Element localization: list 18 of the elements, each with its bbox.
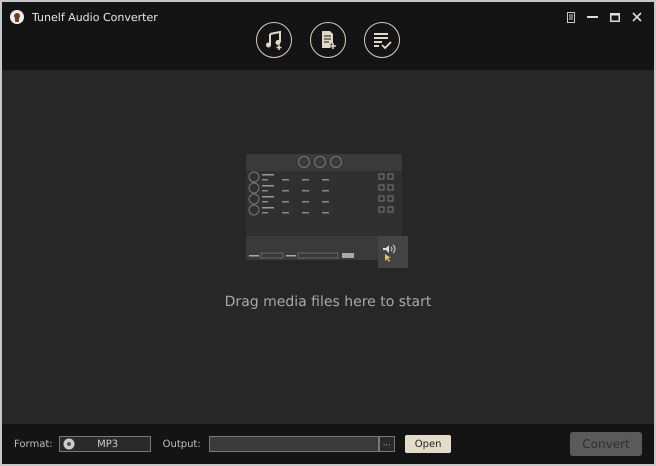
add-music-button[interactable] — [256, 22, 292, 58]
menu-icon[interactable] — [567, 12, 575, 22]
close-icon[interactable] — [632, 12, 642, 22]
maximize-icon[interactable] — [610, 12, 620, 22]
open-button[interactable]: Open — [404, 435, 452, 453]
audio-format-icon — [62, 438, 76, 450]
converted-list-button[interactable] — [364, 22, 400, 58]
music-note-plus-icon — [264, 30, 284, 50]
app-logo-icon — [10, 10, 24, 24]
list-check-icon — [372, 30, 392, 50]
format-label: Format: — [14, 438, 53, 450]
add-file-button[interactable] — [310, 22, 346, 58]
format-select[interactable]: MP3 — [58, 436, 151, 452]
drop-hint: Drag media files here to start — [224, 294, 432, 310]
output-label: Output: — [162, 438, 201, 450]
output-path-field[interactable] — [208, 436, 379, 452]
window-title: Tunelf Audio Converter — [32, 10, 159, 24]
browse-button[interactable]: ··· — [378, 436, 395, 452]
